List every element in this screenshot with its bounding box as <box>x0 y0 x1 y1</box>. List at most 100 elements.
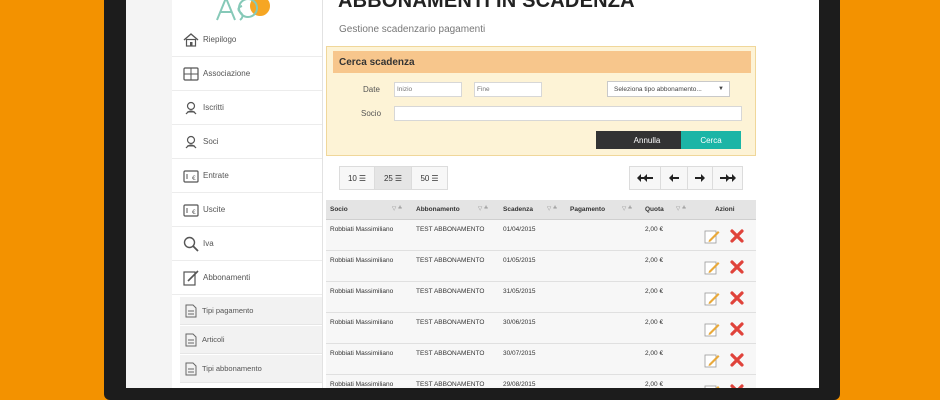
socio-input[interactable] <box>394 106 742 121</box>
next-page-icon <box>695 174 705 182</box>
socio-label: Socio <box>361 109 382 118</box>
cell-socio: Robbiati Massimiliano <box>330 381 394 388</box>
sidebar-item-soci[interactable]: Soci <box>172 125 322 159</box>
left-gutter <box>126 0 172 388</box>
edit-icon[interactable] <box>704 352 720 368</box>
cell-scadenza: 29/08/2015 <box>503 381 536 388</box>
cell-socio: Robbiati Massimiliano <box>330 319 394 326</box>
edit-icon <box>182 269 200 286</box>
search-panel: Cerca scadenza Date Seleziona tipo abbon… <box>326 46 756 156</box>
column-header-azioni: Azioni <box>715 206 735 213</box>
last-page-button[interactable] <box>713 167 742 189</box>
user-icon <box>182 100 200 116</box>
wallet-out-icon: € <box>182 202 200 218</box>
sort-icon[interactable]: ▽ ≙ <box>676 206 686 212</box>
last-page-icon <box>719 174 736 182</box>
document-icon <box>184 304 198 318</box>
sort-icon[interactable]: ▽ ≙ <box>547 206 557 212</box>
first-page-button[interactable] <box>630 167 661 189</box>
page-size-option-25[interactable]: 25 ☰ <box>375 167 412 189</box>
cell-abbonamento: TEST ABBONAMENTO <box>416 226 485 233</box>
cell-quota: 2,00 € <box>645 319 664 326</box>
column-header-scadenza[interactable]: Scadenza <box>503 200 533 219</box>
edit-icon[interactable] <box>704 228 720 244</box>
column-header-pagamento[interactable]: Pagamento <box>570 200 605 219</box>
date-start-input[interactable] <box>394 82 462 97</box>
table-row: Robbiati Massimiliano TEST ABBONAMENTO 3… <box>326 282 756 313</box>
prev-page-button[interactable] <box>661 167 688 189</box>
cell-scadenza: 30/07/2015 <box>503 350 536 357</box>
delete-icon[interactable] <box>729 383 745 388</box>
sidebar-item-associazione[interactable]: Associazione <box>172 57 322 91</box>
edit-icon[interactable] <box>704 321 720 337</box>
cell-scadenza: 31/05/2015 <box>503 288 536 295</box>
delete-icon[interactable] <box>729 352 745 368</box>
edit-icon[interactable] <box>704 259 720 275</box>
pager <box>629 166 743 190</box>
sidebar-subitem-label: Tipi pagamento <box>202 306 254 315</box>
delete-icon[interactable] <box>729 290 745 306</box>
edit-icon[interactable] <box>704 290 720 306</box>
subscription-type-select-value: Seleziona tipo abbonamento... <box>614 85 702 93</box>
sort-icon[interactable]: ▽ ≙ <box>622 206 632 212</box>
sidebar-item-uscite[interactable]: € Uscite <box>172 193 322 227</box>
sidebar-item-label: Entrate <box>203 171 229 180</box>
document-icon <box>184 362 198 376</box>
page-size-label: 10 <box>347 173 357 183</box>
sort-icon[interactable]: ▽ ≙ <box>392 206 402 212</box>
sidebar-item-abbonamenti[interactable]: Abbonamenti <box>172 261 322 295</box>
cell-abbonamento: TEST ABBONAMENTO <box>416 257 485 264</box>
cell-quota: 2,00 € <box>645 226 664 233</box>
page-size-option-10[interactable]: 10 ☰ <box>340 167 375 189</box>
column-header-quota[interactable]: Quota <box>645 200 664 219</box>
next-page-button[interactable] <box>688 167 713 189</box>
column-header-abbonamento[interactable]: Abbonamento <box>416 200 460 219</box>
subscription-type-select[interactable]: Seleziona tipo abbonamento... ▼ <box>607 81 730 97</box>
sidebar-item-riepilogo[interactable]: Riepilogo <box>172 23 322 57</box>
sidebar-subitem-articoli[interactable]: Articoli <box>180 326 322 354</box>
sidebar-subitem-tipi-pagamento[interactable]: Tipi pagamento <box>180 297 322 325</box>
table-row: Robbiati Massimiliano TEST ABBONAMENTO 0… <box>326 251 756 282</box>
table-row: Robbiati Massimiliano TEST ABBONAMENTO 3… <box>326 344 756 375</box>
table-row: Robbiati Massimiliano TEST ABBONAMENTO 0… <box>326 220 756 251</box>
list-icon: ☰ <box>394 173 403 183</box>
sidebar-subitem-label: Articoli <box>202 335 225 344</box>
delete-icon[interactable] <box>729 259 745 275</box>
sidebar-item-iva[interactable]: Iva <box>172 227 322 261</box>
column-header-socio[interactable]: Socio <box>330 200 348 219</box>
cell-abbonamento: TEST ABBONAMENTO <box>416 350 485 357</box>
sidebar-item-label: Riepilogo <box>203 35 237 44</box>
document-icon <box>184 333 198 347</box>
cell-quota: 2,00 € <box>645 381 664 388</box>
cell-scadenza: 30/06/2015 <box>503 319 536 326</box>
main-content: ABBONAMENTI IN SCADENZA Gestione scadenz… <box>326 0 756 388</box>
sort-icon[interactable]: ▽ ≙ <box>478 206 488 212</box>
date-label: Date <box>363 85 380 94</box>
cell-socio: Robbiati Massimiliano <box>330 226 394 233</box>
sidebar-item-iscritti[interactable]: Iscritti <box>172 91 322 125</box>
first-page-icon <box>637 174 653 182</box>
page-size-selector: 10 ☰ 25 ☰ 50 ☰ <box>339 166 448 190</box>
cell-scadenza: 01/05/2015 <box>503 257 536 264</box>
search-button[interactable]: Cerca <box>681 131 741 149</box>
sidebar-subitem-label: Tipi abbonamento <box>202 364 262 373</box>
sidebar-item-entrate[interactable]: € Entrate <box>172 159 322 193</box>
user-icon <box>182 134 200 150</box>
prev-page-icon <box>669 174 679 182</box>
page-size-label: 50 <box>420 173 430 183</box>
sidebar-subitem-tipi-abbonamento[interactable]: Tipi abbonamento <box>180 355 322 383</box>
page-size-label: 25 <box>383 173 393 183</box>
edit-icon[interactable] <box>704 383 720 388</box>
delete-icon[interactable] <box>729 321 745 337</box>
sidebar-item-label: Abbonamenti <box>203 273 251 282</box>
cell-scadenza: 01/04/2015 <box>503 226 536 233</box>
list-icon: ☰ <box>358 173 367 183</box>
svg-text:€: € <box>192 175 196 182</box>
cell-abbonamento: TEST ABBONAMENTO <box>416 319 485 326</box>
page-size-option-50[interactable]: 50 ☰ <box>412 167 447 189</box>
delete-icon[interactable] <box>729 228 745 244</box>
date-end-input[interactable] <box>474 82 542 97</box>
search-panel-title: Cerca scadenza <box>339 56 415 68</box>
magnifier-icon <box>182 236 200 252</box>
cell-quota: 2,00 € <box>645 350 664 357</box>
